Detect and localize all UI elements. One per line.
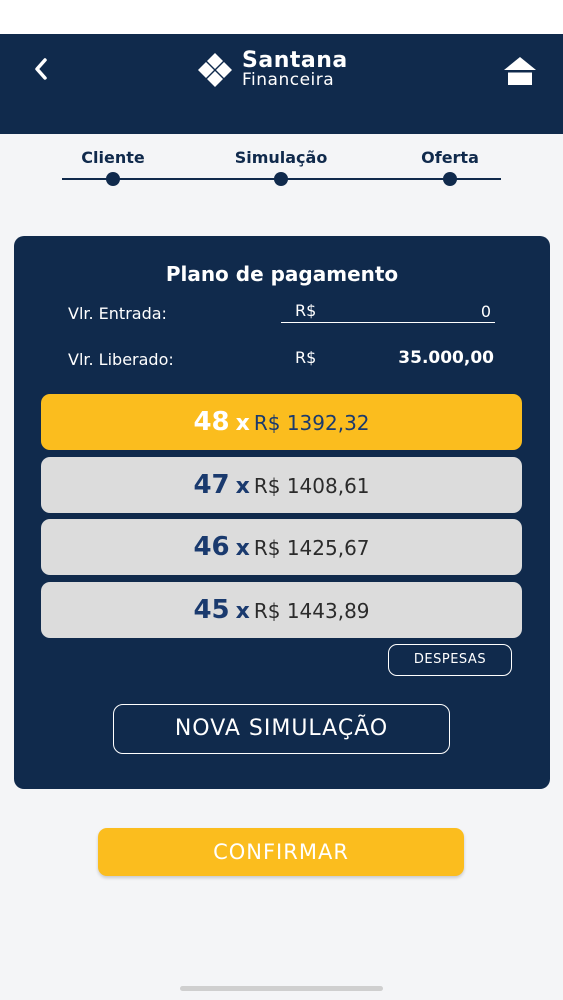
installment-times: x [235, 411, 250, 436]
step-cliente-dot [106, 172, 120, 186]
installment-count: 46 [193, 532, 230, 562]
installment-count: 48 [193, 407, 230, 437]
plan-title: Plano de pagamento [165, 262, 399, 286]
step-cliente-label: Cliente [81, 148, 145, 167]
home-icon [504, 57, 536, 85]
home-indicator [180, 986, 383, 991]
installment-times: x [235, 599, 250, 624]
step-oferta-dot [443, 172, 457, 186]
chevron-left-icon [35, 58, 47, 80]
step-oferta-label: Oferta [421, 148, 479, 167]
liberado-label: Vlr. Liberado: [68, 350, 174, 369]
installment-option-46[interactable]: 46 x R$ 1425,67 [41, 519, 522, 575]
installment-option-48[interactable]: 48 x R$ 1392,32 [41, 394, 522, 450]
installment-amount: R$ 1408,61 [253, 474, 370, 498]
installment-amount: R$ 1392,32 [253, 411, 370, 435]
installment-option-45[interactable]: 45 x R$ 1443,89 [41, 582, 522, 638]
step-simulacao-dot [274, 172, 288, 186]
installment-amount: R$ 1443,89 [253, 599, 370, 623]
payment-plan-card: Plano de pagamento Vlr. Entrada: R$ 0 Vl… [14, 236, 550, 789]
confirm-button[interactable]: CONFIRMAR [98, 828, 464, 876]
progress-steps: Cliente Simulação Oferta [0, 134, 563, 204]
installment-times: x [235, 474, 250, 499]
entrada-label: Vlr. Entrada: [68, 304, 167, 323]
home-button[interactable] [501, 54, 539, 88]
liberado-currency: R$ [295, 348, 317, 367]
status-bar [0, 0, 563, 34]
liberado-value: 35.000,00 [398, 348, 494, 368]
step-simulacao-label: Simulação [234, 148, 328, 167]
entrada-value: 0 [480, 302, 491, 321]
entrada-input[interactable]: R$ 0 [281, 298, 495, 323]
brand-logo: Santana Financeira [193, 48, 373, 90]
brand-subtitle: Financeira [242, 70, 335, 90]
installment-times: x [235, 536, 250, 561]
diamond-logo-icon [198, 53, 232, 87]
installment-count: 47 [193, 470, 230, 500]
installment-count: 45 [193, 595, 230, 625]
installment-amount: R$ 1425,67 [253, 536, 370, 560]
back-button[interactable] [28, 54, 54, 84]
despesas-button[interactable]: DESPESAS [388, 644, 512, 676]
entrada-currency: R$ [295, 301, 317, 320]
nova-simulacao-button[interactable]: NOVA SIMULAÇÃO [113, 704, 450, 754]
installment-option-47[interactable]: 47 x R$ 1408,61 [41, 457, 522, 513]
